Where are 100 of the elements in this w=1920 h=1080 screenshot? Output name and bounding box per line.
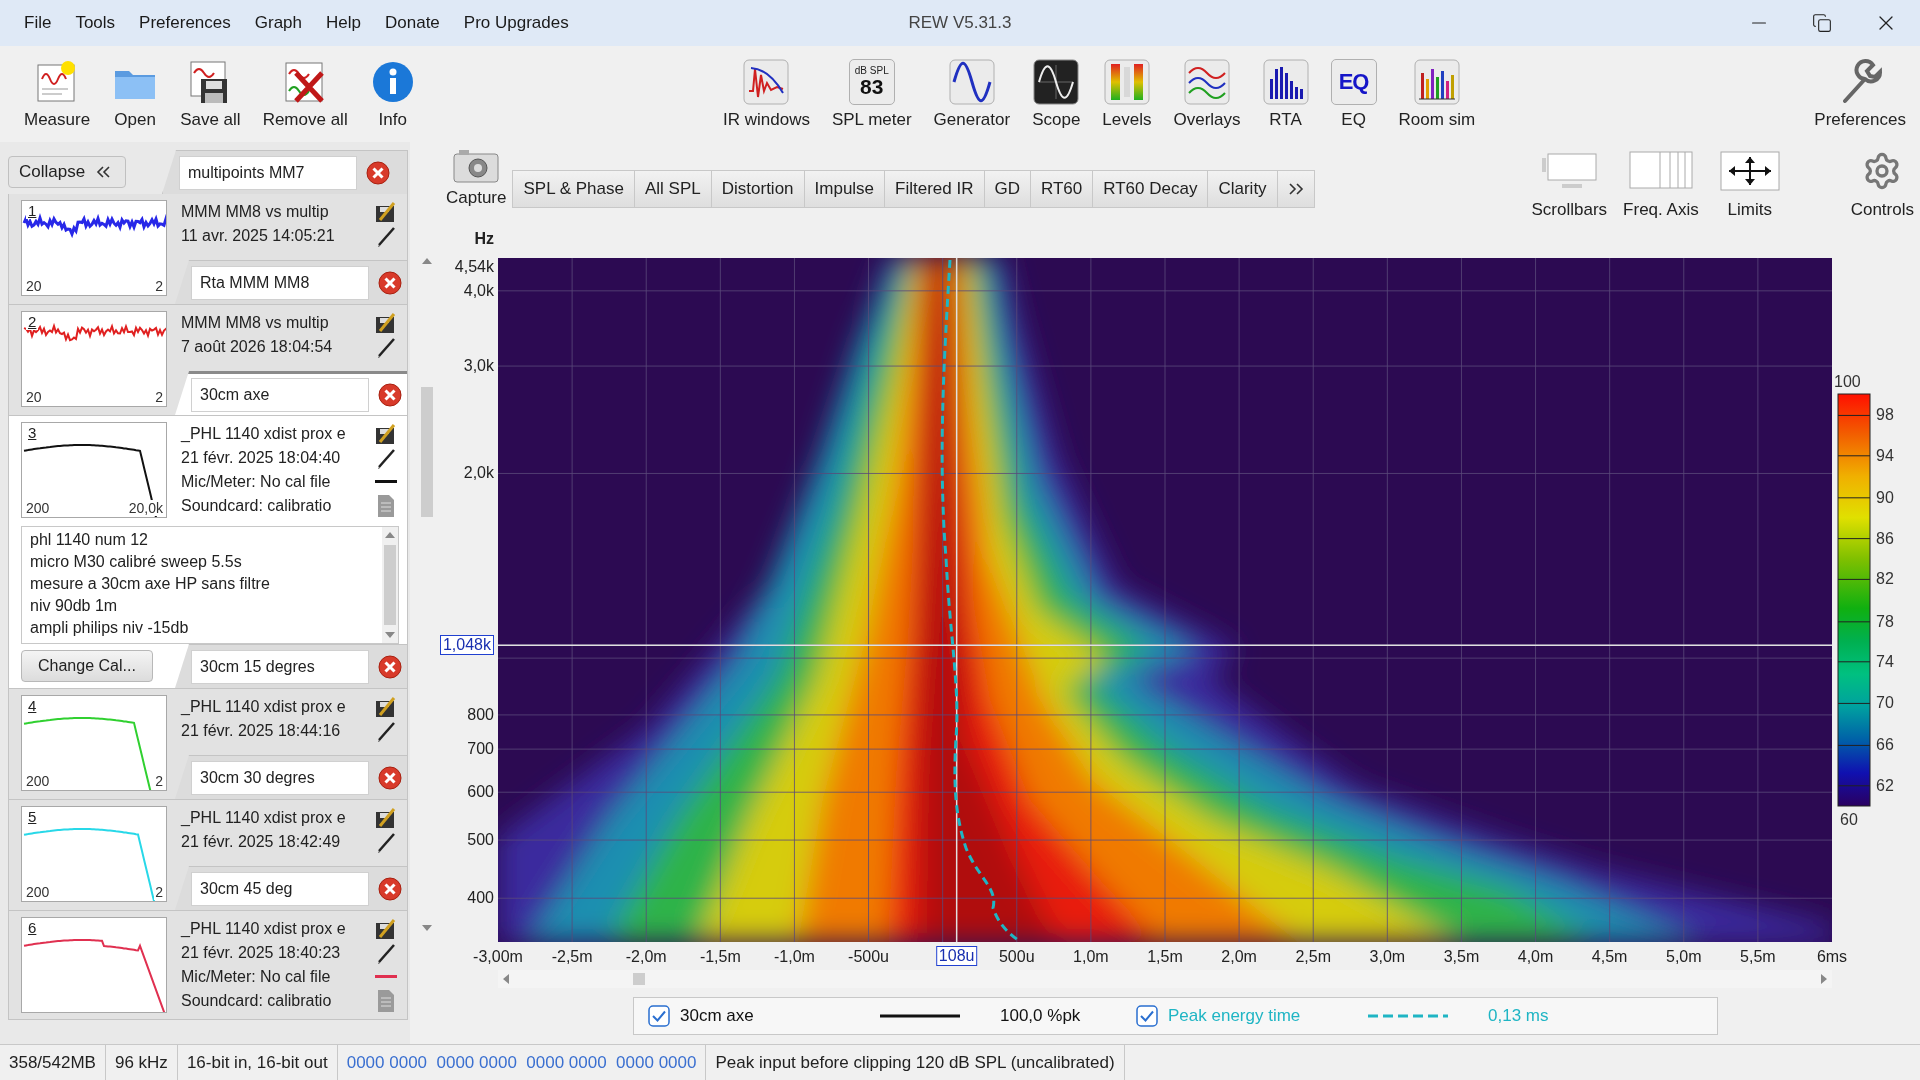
colorbar-label: 86 (1876, 529, 1894, 548)
document-icon[interactable] (375, 494, 397, 518)
checkbox[interactable] (648, 1005, 670, 1027)
measurement-card[interactable]: 2 20 2 MMM MM8 vs multip 7 août 2026 18:04:54 30cm axe (8, 305, 408, 416)
axis-tick-label: 700 (467, 740, 494, 759)
measurement-info: _PHL 1140 xdist prox e (181, 919, 347, 939)
trace-number: 4 (26, 698, 39, 714)
measurement-info: 21 févr. 2025 18:04:40 (181, 448, 342, 468)
legend-label: 30cm axe (680, 1006, 755, 1026)
meter-unit: dB SPL (854, 65, 889, 76)
graph-tab[interactable]: Impulse (804, 171, 886, 207)
trace-number: 5 (26, 809, 39, 825)
delete-icon[interactable] (377, 764, 403, 791)
capture-button[interactable]: Capture (440, 148, 513, 208)
axis-label: 20 (25, 389, 43, 405)
collapse-button[interactable]: Collapse (8, 156, 126, 188)
floppy-pen-icon[interactable] (374, 806, 398, 830)
toolbar-button[interactable]: Generator (925, 56, 1019, 132)
menu-item[interactable]: File (12, 9, 64, 37)
graph-tab[interactable]: RT60 (1031, 171, 1094, 207)
card-tab[interactable]: 30cm 15 degres (175, 644, 407, 688)
measurement-card[interactable]: 4 200 2 _PHL 1140 xdist prox e 21 févr. 2025 18:44:16 30cm 30 degres (8, 689, 408, 800)
restore-icon[interactable] (1812, 13, 1832, 33)
measurement-card[interactable] (8, 416, 408, 689)
notes-scrollbar[interactable] (382, 527, 398, 643)
view-tool-button[interactable]: Controls (1844, 148, 1920, 220)
graph-tab[interactable]: GD (984, 171, 1031, 207)
floppy-pen-icon[interactable] (374, 917, 398, 941)
name-field[interactable]: 30cm 30 degres (191, 760, 369, 795)
view-tool-button[interactable]: Scrollbars (1525, 148, 1614, 220)
graph-tab[interactable]: Filtered IR (885, 171, 985, 207)
floppy-pen-icon[interactable] (374, 422, 398, 446)
menu-item[interactable]: Donate (373, 9, 452, 37)
toolbar-button[interactable]: Open (104, 56, 167, 132)
name-field[interactable]: Rta MMM MM8 (191, 265, 369, 300)
card-tab[interactable]: multipoints MM7 (162, 150, 408, 194)
card-tab[interactable]: 30cm axe (175, 371, 407, 415)
toolbar-button[interactable]: Measure (16, 56, 99, 132)
toolbar-button[interactable]: Overlays (1165, 56, 1249, 132)
status-field: 358/542MB (0, 1045, 106, 1080)
notes-line: ampli philips niv -15db (30, 618, 190, 638)
axis-tick-label: 800 (467, 705, 494, 724)
name-field[interactable]: 30cm 15 degres (191, 649, 369, 684)
toolbar-button[interactable]: IR windows (715, 56, 818, 132)
delete-icon[interactable] (377, 875, 403, 902)
menu-item[interactable]: Pro Upgrades (451, 9, 581, 37)
delete-icon[interactable] (377, 381, 403, 408)
graph-tab[interactable]: RT60 Decay (1093, 171, 1209, 207)
graph-tab[interactable]: All SPL (635, 171, 712, 207)
toolbar-button[interactable]: dB SPL 83 SPL meter (823, 56, 920, 132)
name-field[interactable]: 30cm 45 deg (191, 871, 369, 906)
toolbar-button[interactable]: Info (361, 56, 424, 132)
measurement-card[interactable]: 6 _PHL 1140 xdist prox e 21 févr. 2025 18:40:23 Mic/Meter: No cal file Soundcard: calibratio (8, 911, 408, 1020)
view-tool-button[interactable]: Freq. Axis (1617, 148, 1705, 220)
menu-item[interactable]: Help (314, 9, 373, 37)
level-bars-icon (1103, 58, 1150, 105)
name-field[interactable]: multipoints MM7 (179, 155, 357, 190)
delete-icon[interactable] (377, 653, 403, 680)
graph-tab[interactable]: Clarity (1208, 171, 1278, 207)
view-tool-button[interactable]: Limits (1708, 148, 1791, 220)
graph-tab[interactable]: Distortion (711, 171, 805, 207)
floppy-pen-icon[interactable] (374, 311, 398, 335)
floppy-pen-icon[interactable] (374, 200, 398, 224)
floppy-pen-icon[interactable] (374, 695, 398, 719)
axis-tick-label: 4,0m (1517, 948, 1554, 966)
menu-item[interactable]: Preferences (127, 9, 243, 37)
status-field: Peak input before clipping 120 dB SPL (uncalibrated) (706, 1045, 1125, 1080)
colorbar-label: 78 (1876, 612, 1894, 631)
colorbar-label: 94 (1876, 446, 1894, 465)
measurement-info: Mic/Meter: No cal file (181, 967, 332, 987)
notes-field[interactable]: phl 1140 num 12 micro M30 calibré sweep 5.5s mesure a 30cm axe HP sans filtre niv 90db 1m ampli philips niv -15db (21, 526, 399, 644)
axis-tick-label: -3,00m (473, 948, 523, 966)
measurement-info: MMM MM8 vs multip (181, 313, 330, 333)
axis-tick-label: 2,0k (463, 464, 494, 483)
axis-tick-label: 3,5m (1443, 948, 1480, 966)
change-cal-button[interactable]: Change Cal... (21, 650, 153, 682)
axis-tick-label: 600 (467, 783, 494, 802)
menu-item[interactable]: Tools (63, 9, 128, 37)
card-tab[interactable]: 30cm 30 degres (175, 755, 407, 799)
menu-item[interactable]: Graph (242, 9, 314, 37)
toolbar-button[interactable]: Remove all (254, 56, 356, 132)
toolbar-button[interactable]: Preferences (1806, 56, 1914, 132)
axis-label: 2 (154, 389, 164, 405)
checkbox[interactable] (1136, 1005, 1158, 1027)
delete-icon[interactable] (365, 159, 391, 186)
card-tab[interactable]: Rta MMM MM8 (175, 260, 407, 304)
measurement-card[interactable]: 5 200 2 _PHL 1140 xdist prox e 21 févr. 2025 18:42:49 30cm 45 deg (8, 800, 408, 911)
toolbar-button[interactable]: Scope (1024, 56, 1089, 132)
toolbar-button[interactable]: RTA (1254, 56, 1317, 132)
delete-icon[interactable] (377, 269, 403, 296)
toolbar-button[interactable]: Save all (172, 56, 249, 132)
meter-value: 83 (860, 76, 884, 98)
toolbar-button[interactable]: Room sim (1390, 56, 1484, 132)
status-field: 16-bit in, 16-bit out (177, 1045, 338, 1080)
measurement-card[interactable]: 1 20 2 MMM MM8 vs multip 11 avr. 2025 14:05:21 Rta MMM MM8 (8, 194, 408, 305)
card-tab[interactable]: 30cm 45 deg (175, 866, 407, 910)
toolbar-button[interactable]: EQ EQ (1322, 56, 1385, 132)
graph-tab[interactable]: SPL & Phase (513, 171, 635, 207)
toolbar-button[interactable]: Levels (1094, 56, 1160, 132)
name-field[interactable]: 30cm axe (191, 377, 369, 412)
